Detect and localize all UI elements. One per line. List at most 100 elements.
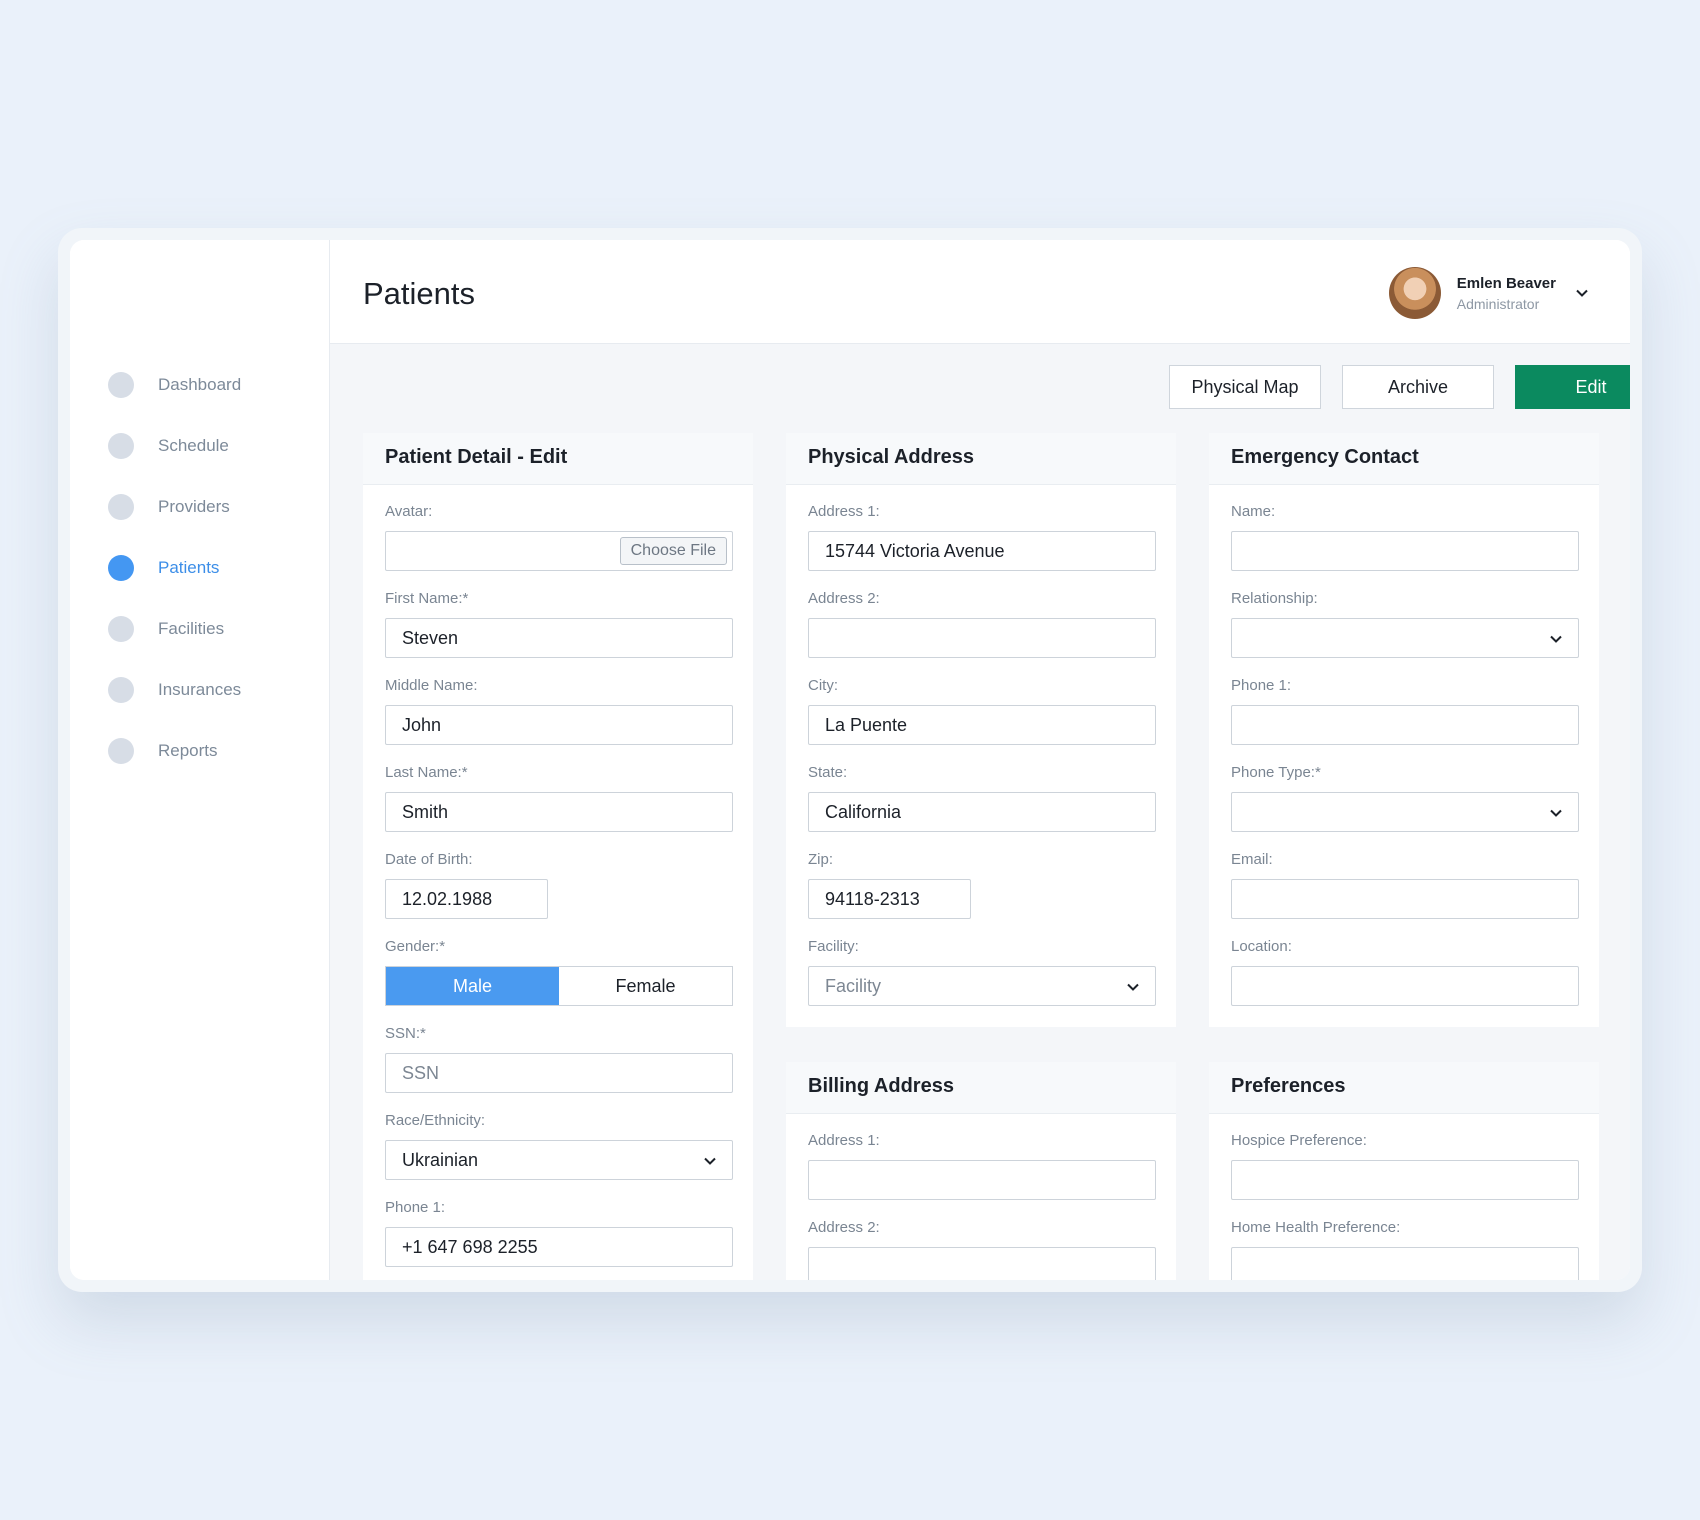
last-name-input[interactable]: Smith (385, 792, 733, 832)
field-label: Email: (1231, 851, 1273, 868)
state-input[interactable]: California (808, 792, 1156, 832)
physical-map-button[interactable]: Physical Map (1169, 365, 1321, 409)
sidebar-item-label: Schedule (158, 436, 229, 455)
sidebar-item-label: Insurances (158, 680, 242, 699)
sidebar-item-insurances[interactable]: Insurances (108, 675, 241, 705)
dashboard-icon (108, 372, 134, 398)
emergency-contact-card: Emergency Contact Name: Relationship: Ph… (1209, 433, 1599, 1027)
avatar-field: Avatar: Choose File (385, 503, 733, 571)
field-label: Phone Type:* (1231, 764, 1321, 781)
first-name-field: First Name:* Steven (385, 590, 733, 658)
sidebar-item-label: Reports (158, 741, 218, 760)
sidebar-item-patients[interactable]: Patients (108, 553, 219, 583)
billing-address2-field: Address 2: (808, 1219, 1156, 1280)
gender-field: Gender:* Male Female (385, 938, 733, 1006)
zip-input[interactable]: 94118-2313 (808, 879, 971, 919)
chevron-down-icon (1550, 809, 1562, 817)
facility-select[interactable]: Facility (808, 966, 1156, 1006)
user-name: Emlen Beaver (1456, 274, 1556, 292)
address2-field: Address 2: (808, 590, 1156, 658)
sidebar-item-facilities[interactable]: Facilities (108, 614, 224, 644)
field-label: Address 1: (808, 503, 880, 520)
field-label: SSN:* (385, 1025, 426, 1042)
content-area: Physical Map Archive Edit Patient Detail… (330, 344, 1630, 1280)
sidebar-item-label: Patients (158, 558, 220, 577)
sidebar-item-providers[interactable]: Providers (108, 492, 230, 522)
sidebar-item-schedule[interactable]: Schedule (108, 431, 229, 461)
field-label: Home Health Preference: (1231, 1219, 1401, 1236)
sidebar-item-label: Providers (158, 497, 230, 516)
address1-input[interactable]: 15744 Victoria Avenue (808, 531, 1156, 571)
reports-icon (108, 738, 134, 764)
ssn-input[interactable]: SSN (385, 1053, 733, 1093)
state-field: State: California (808, 764, 1156, 832)
middle-name-field: Middle Name: John (385, 677, 733, 745)
field-label: City: (808, 677, 838, 694)
gender-male-option[interactable]: Male (386, 967, 559, 1005)
city-field: City: La Puente (808, 677, 1156, 745)
choose-file-button[interactable]: Choose File (619, 537, 727, 565)
user-info: Emlen Beaver Administrator (1457, 275, 1556, 312)
field-label: Location: (1231, 938, 1292, 955)
field-label: Address 2: (808, 590, 880, 607)
archive-button[interactable]: Archive (1342, 365, 1494, 409)
avatar (1388, 267, 1441, 319)
phone-type-select[interactable] (1231, 792, 1579, 832)
billing-address-card: Billing Address Address 1: Address 2: (786, 1062, 1176, 1280)
relationship-select[interactable] (1231, 618, 1579, 658)
avatar-file-input[interactable]: Choose File (385, 531, 733, 571)
hospice-preference-input[interactable] (1231, 1160, 1579, 1200)
field-label: Avatar: (385, 503, 433, 520)
sidebar-item-label: Facilities (158, 619, 225, 638)
card-title: Patient Detail - Edit (363, 433, 753, 485)
home-health-preference-input[interactable] (1231, 1247, 1579, 1280)
relationship-field: Relationship: (1231, 590, 1579, 658)
email-input[interactable] (1231, 879, 1579, 919)
app-window: Dashboard Schedule Providers Patients Fa… (70, 240, 1630, 1280)
field-label: Phone 1: (385, 1199, 446, 1216)
chevron-down-icon (1550, 635, 1562, 643)
card-title: Physical Address (786, 433, 1176, 485)
first-name-input[interactable]: Steven (385, 618, 733, 658)
sidebar-item-reports[interactable]: Reports (108, 736, 218, 766)
field-label: Gender:* (385, 938, 446, 955)
address1-field: Address 1: 15744 Victoria Avenue (808, 503, 1156, 571)
field-label: Middle Name: (385, 677, 478, 694)
location-input[interactable] (1231, 966, 1579, 1006)
card-title: Emergency Contact (1209, 433, 1599, 485)
emergency-phone-input[interactable] (1231, 705, 1579, 745)
middle-name-input[interactable]: John (385, 705, 733, 745)
sidebar-item-dashboard[interactable]: Dashboard (108, 370, 241, 400)
ssn-field: SSN:* SSN (385, 1025, 733, 1093)
sidebar: Dashboard Schedule Providers Patients Fa… (70, 240, 330, 1280)
race-field: Race/Ethnicity: Ukrainian (385, 1112, 733, 1180)
schedule-icon (108, 433, 134, 459)
field-label: Date of Birth: (385, 851, 473, 868)
emergency-name-input[interactable] (1231, 531, 1579, 571)
chevron-down-icon[interactable] (1574, 285, 1590, 301)
hospice-preference-field: Hospice Preference: (1231, 1132, 1579, 1200)
phone-input[interactable]: +1 647 698 2255 (385, 1227, 733, 1267)
field-label: Race/Ethnicity: (385, 1112, 486, 1129)
dob-input[interactable]: 12.02.1988 (385, 879, 548, 919)
preferences-card: Preferences Hospice Preference: Home Hea… (1209, 1062, 1599, 1280)
gender-female-option[interactable]: Female (559, 967, 732, 1005)
patients-icon (108, 555, 134, 581)
field-label: Zip: (808, 851, 834, 868)
facility-field: Facility: Facility (808, 938, 1156, 1006)
billing-address1-input[interactable] (808, 1160, 1156, 1200)
address2-input[interactable] (808, 618, 1156, 658)
field-label: First Name:* (385, 590, 469, 607)
email-field: Email: (1231, 851, 1579, 919)
race-select[interactable]: Ukrainian (385, 1140, 733, 1180)
field-label: Address 2: (808, 1219, 880, 1236)
chevron-down-icon (1127, 983, 1139, 991)
user-menu[interactable]: Emlen Beaver Administrator (1388, 266, 1590, 320)
field-label: State: (808, 764, 848, 781)
chevron-down-icon (704, 1157, 716, 1165)
city-input[interactable]: La Puente (808, 705, 1156, 745)
edit-button[interactable]: Edit (1515, 365, 1630, 409)
billing-address2-input[interactable] (808, 1247, 1156, 1280)
providers-icon (108, 494, 134, 520)
field-label: Last Name:* (385, 764, 468, 781)
